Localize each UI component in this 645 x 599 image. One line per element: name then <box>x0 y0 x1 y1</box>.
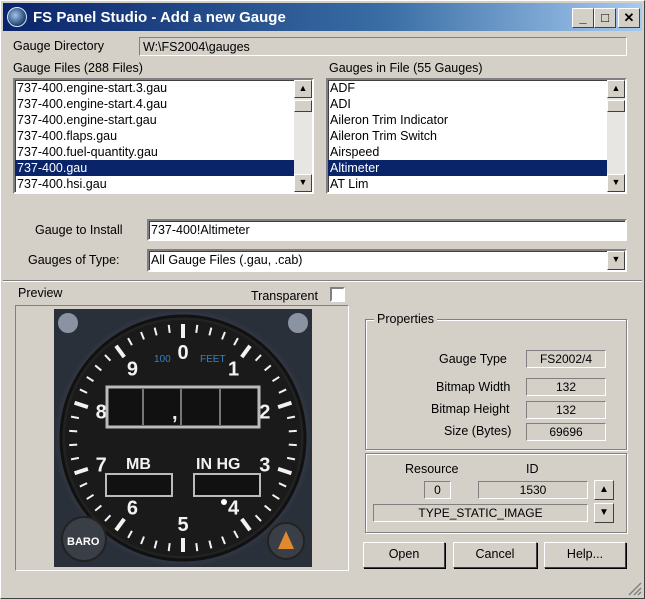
list-item[interactable]: 737-400.flaps.gau <box>15 128 312 144</box>
gauges-in-file-scrollbar[interactable]: ▲ ▼ <box>607 80 625 192</box>
gauge-to-install-input[interactable]: 737-400!Altimeter <box>147 219 627 241</box>
preview-frame: 0123456789 100 FEET , MB IN HG BARO <box>15 305 349 571</box>
scroll-down-icon[interactable]: ▼ <box>607 174 625 192</box>
list-item[interactable]: 737-400.gau <box>15 160 312 176</box>
dial-tick <box>69 443 78 447</box>
window-title: FS Panel Studio - Add a new Gauge <box>33 9 286 26</box>
list-item[interactable]: 737-400.engine-start.3.gau <box>15 80 312 96</box>
gauge-files-count: (288 Files) <box>83 61 143 75</box>
altimeter-preview: 0123456789 100 FEET , MB IN HG BARO <box>54 309 312 567</box>
gauge-directory-label: Gauge Directory <box>13 39 105 53</box>
dial-number: 6 <box>127 498 138 520</box>
size-value: 69696 <box>526 423 606 441</box>
dial-label-100: 100 <box>154 354 171 365</box>
transparent-label: Transparent <box>251 289 318 303</box>
gauge-to-install-label: Gauge to Install <box>35 223 123 237</box>
id-label: ID <box>526 462 539 476</box>
list-item[interactable]: 737-400.engine-start.4.gau <box>15 96 312 112</box>
dial-tick <box>195 324 199 333</box>
id-down-button[interactable]: ▼ <box>594 503 614 523</box>
gauges-in-file-title: Gauges in File <box>329 61 410 75</box>
inhg-decimal-dot <box>221 499 227 505</box>
cancel-button[interactable]: Cancel <box>453 542 537 568</box>
gauge-files-title: Gauge Files <box>13 61 81 75</box>
list-item[interactable]: 737-400.fuel-quantity.gau <box>15 144 312 160</box>
dial-label-feet: FEET <box>200 354 226 365</box>
resize-grip-icon[interactable] <box>626 580 642 596</box>
dial-number: 8 <box>96 401 107 423</box>
drum-separator: , <box>172 402 178 424</box>
dial-tick <box>288 443 297 447</box>
close-button[interactable]: ✕ <box>618 8 640 28</box>
dial-number: 5 <box>177 514 188 536</box>
dial-label-mb: MB <box>126 456 151 473</box>
help-button[interactable]: Help... <box>544 542 626 568</box>
gauge-files-label: Gauge Files (288 Files) <box>13 61 143 75</box>
dial-label-inhg: IN HG <box>196 456 240 473</box>
screw-icon <box>286 311 310 335</box>
dial-number: 0 <box>177 342 188 364</box>
bitmap-height-value: 132 <box>526 401 606 419</box>
gauges-of-type-value: All Gauge Files (.gau, .cab) <box>151 253 303 267</box>
dial-number: 2 <box>259 401 270 423</box>
gauges-in-file-list[interactable]: ADF ADI Aileron Trim Indicator Aileron Trim… <box>326 78 627 194</box>
list-item[interactable]: Aileron Trim Indicator <box>328 112 625 128</box>
screw-icon <box>56 311 80 335</box>
scroll-thumb[interactable] <box>607 100 625 112</box>
list-item[interactable]: Altimeter <box>328 160 625 176</box>
properties-title: Properties <box>374 312 437 326</box>
preview-label: Preview <box>18 286 63 300</box>
gauges-of-type-select[interactable]: All Gauge Files (.gau, .cab) ▼ <box>147 249 627 272</box>
altitude-drum-window <box>105 385 261 429</box>
resource-label: Resource <box>405 462 459 476</box>
dial-tick <box>195 543 199 552</box>
list-item[interactable]: 737-400.engine-start.gau <box>15 112 312 128</box>
add-gauge-dialog: FS Panel Studio - Add a new Gauge _ □ ✕ … <box>0 0 645 599</box>
title-bar[interactable]: FS Panel Studio - Add a new Gauge _ □ ✕ <box>3 3 642 31</box>
gauge-type-value: FS2002/4 <box>526 350 606 368</box>
gauge-type-label: Gauge Type <box>439 352 507 366</box>
dial-number: 4 <box>228 498 240 520</box>
dial-number: 1 <box>228 358 239 380</box>
id-up-button[interactable]: ▲ <box>594 480 614 500</box>
gauge-files-scrollbar[interactable]: ▲ ▼ <box>294 80 312 192</box>
list-item[interactable]: ADF <box>328 80 625 96</box>
scroll-thumb[interactable] <box>294 100 312 112</box>
bitmap-width-value: 132 <box>526 378 606 396</box>
dial-tick <box>288 429 297 433</box>
bitmap-height-label: Bitmap Height <box>431 402 510 416</box>
list-item[interactable]: Aileron Trim Switch <box>328 128 625 144</box>
gauges-in-file-label: Gauges in File (55 Gauges) <box>329 61 483 75</box>
baro-label: BARO <box>67 536 100 548</box>
gauge-files-list[interactable]: 737-400.engine-start.3.gau 737-400.engine… <box>13 78 314 194</box>
dial-number: 9 <box>127 358 138 380</box>
open-button[interactable]: Open <box>363 542 445 568</box>
size-label: Size (Bytes) <box>444 424 512 438</box>
id-value: 1530 <box>478 481 588 499</box>
bitmap-width-label: Bitmap Width <box>436 380 511 394</box>
gauges-in-file-count: (55 Gauges) <box>413 61 483 75</box>
list-item[interactable]: 737-400.hsi.gau <box>15 176 312 192</box>
transparent-checkbox[interactable] <box>330 287 345 302</box>
list-item[interactable]: AT Lim <box>328 176 625 192</box>
dial-tick <box>69 429 78 433</box>
resource-value: 0 <box>424 481 451 499</box>
mb-window <box>105 473 173 497</box>
dial-tick <box>167 543 171 552</box>
chevron-down-icon[interactable]: ▼ <box>607 251 625 270</box>
scroll-up-icon[interactable]: ▲ <box>294 80 312 98</box>
resource-type-value: TYPE_STATIC_IMAGE <box>373 504 588 522</box>
maximize-button[interactable]: □ <box>594 8 616 28</box>
list-item[interactable]: Airspeed <box>328 144 625 160</box>
scroll-up-icon[interactable]: ▲ <box>607 80 625 98</box>
separator <box>3 280 642 282</box>
inhg-window <box>193 473 261 497</box>
list-item[interactable]: ADI <box>328 96 625 112</box>
app-icon <box>7 7 27 27</box>
gauge-directory-field: W:\FS2004\gauges <box>139 37 627 56</box>
dial-tick <box>167 324 171 333</box>
minimize-button[interactable]: _ <box>572 8 594 28</box>
scroll-down-icon[interactable]: ▼ <box>294 174 312 192</box>
gauges-of-type-label: Gauges of Type: <box>28 253 120 267</box>
